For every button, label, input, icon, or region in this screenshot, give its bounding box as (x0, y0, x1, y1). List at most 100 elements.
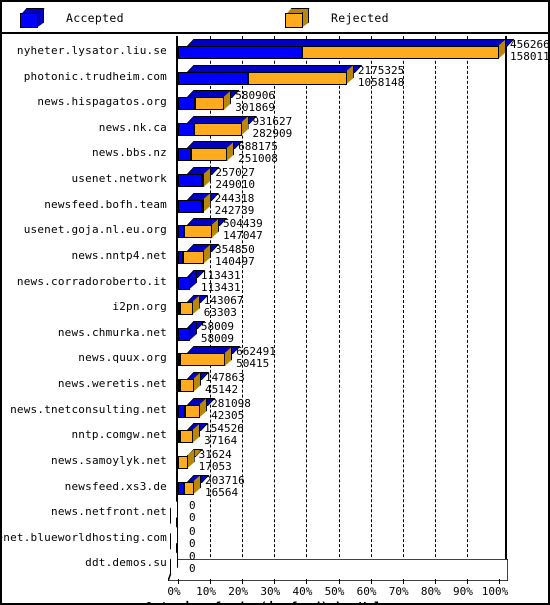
x-tick-label: 30% (260, 585, 281, 598)
value-label-rejected: 147047 (223, 229, 263, 243)
stacked-bar[interactable] (178, 192, 204, 218)
value-label-rejected: 16564 (205, 485, 239, 499)
value-labels: 244318 242739 (215, 192, 255, 217)
bar-segment-accepted (178, 404, 186, 418)
x-tick-label: 10% (196, 585, 217, 598)
x-tick-label: 80% (420, 585, 441, 598)
y-axis-label: newsfeed.bofh.team (44, 197, 167, 211)
value-labels: 31624 17053 (199, 448, 232, 473)
value-label-rejected: 301869 (235, 101, 275, 115)
bar-segment-rejected (179, 353, 226, 367)
bar-segment-accepted (178, 97, 196, 111)
value-labels: 504439 147047 (223, 218, 263, 242)
x-tick-label: 20% (228, 585, 249, 598)
value-labels: 00 (189, 524, 196, 550)
stacked-bar[interactable] (178, 320, 190, 346)
value-label-rejected: 1580113 (510, 50, 548, 63)
x-tick (274, 579, 276, 584)
value-label-rejected: 249010 (215, 178, 256, 192)
y-axis-label: news.chmurka.net (57, 325, 167, 339)
value-label-accepted: 58009 (200, 319, 234, 333)
value-labels: 662491 50415 (236, 346, 276, 370)
value-labels: 931627 282909 (252, 115, 293, 140)
bar-row: usenet.network 257027 249010 (2, 166, 548, 192)
bar-row: news.nk.ca 931627 282909 (2, 115, 548, 141)
y-axis-label: news.netfront.net (51, 505, 167, 519)
stacked-bar[interactable] (178, 345, 225, 371)
value-labels: 354850 140497 (215, 243, 255, 268)
stacked-bar[interactable] (178, 89, 224, 115)
y-axis-label: news.tnetconsulting.net (10, 402, 167, 416)
stacked-bar[interactable] (178, 371, 194, 397)
bar-segment-rejected (180, 430, 194, 444)
bar-segment-rejected (191, 148, 228, 162)
y-axis-label: news.hispagatos.org (37, 95, 167, 109)
value-label-rejected: 282909 (252, 126, 293, 140)
stacked-bar[interactable] (178, 474, 194, 500)
stacked-bar[interactable] (178, 397, 200, 423)
bar-row: photonic.trudheim.com 2175325 1058148 (2, 64, 548, 90)
bar-segment-rejected (179, 379, 195, 393)
x-tick (434, 579, 436, 584)
value-labels: 257027 249010 (215, 167, 255, 191)
bar-row: news.chmurka.net 58009 58009 (2, 320, 548, 346)
bar-row: i2pn.org 143067 63303 (2, 294, 548, 320)
value-label-rejected: 0 (189, 562, 196, 576)
bar-row: newsfeed.bofh.team 244318 242739 (2, 192, 548, 218)
x-axis-title: Outgoing feeds (innfeed) by Volume (2, 600, 548, 603)
stacked-bar[interactable] (178, 422, 193, 448)
bar-row: usenet.goja.nl.eu.org 504439 147047 (2, 217, 548, 243)
value-label-rejected: 63303 (203, 306, 237, 320)
value-label-rejected: 42305 (211, 408, 245, 422)
value-labels: 688175 251008 (238, 141, 278, 165)
y-axis-label: news.bbs.nz (91, 146, 167, 160)
x-tick-label: 90% (452, 585, 473, 598)
stacked-bar[interactable] (178, 115, 242, 141)
bar-segment-rejected (194, 122, 242, 136)
bar-row: news.corradoroberto.it 113431 113431 (2, 269, 548, 295)
legend: Accepted Rejected (2, 2, 548, 34)
stacked-bar[interactable] (178, 38, 499, 64)
y-axis-label: nyheter.lysator.liu.se (16, 44, 167, 57)
bar-segment-rejected (184, 481, 195, 495)
bar-segment-accepted (178, 199, 202, 213)
bar-segment-rejected (195, 97, 225, 111)
stacked-bar[interactable] (178, 243, 204, 269)
cube-icon-accepted (20, 7, 45, 28)
legend-item-rejected: Rejected (285, 7, 389, 29)
value-label-rejected: 1058148 (357, 75, 405, 89)
value-label-accepted: 0 (189, 524, 196, 538)
x-tick (499, 579, 500, 584)
y-axis-label: news.nntp4.net (71, 248, 167, 262)
bar-row: news.weretis.net 147863 45142 (2, 371, 548, 397)
stacked-bar[interactable] (178, 217, 212, 243)
value-labels: 154526 37164 (204, 423, 244, 447)
y-axis-label: news.corradoroberto.it (16, 274, 167, 288)
stacked-bar[interactable] (178, 448, 188, 474)
y-axis-label: i2pn.org (112, 300, 167, 314)
plot-area: nyheter.lysator.liu.se45626681580113phot… (2, 34, 548, 603)
value-labels: 147863 45142 (205, 372, 245, 396)
x-tick (402, 579, 404, 584)
zero-bar-slab (170, 525, 178, 550)
stacked-bar[interactable] (178, 140, 227, 166)
stacked-bar[interactable] (178, 64, 347, 90)
x-tick (466, 579, 468, 584)
bar-row: news.tnetconsulting.net 281098 42305 (2, 397, 548, 423)
value-label-rejected: 251008 (238, 152, 278, 166)
x-tick (338, 579, 340, 584)
bar-segment-rejected (183, 250, 204, 264)
stacked-bar[interactable] (178, 269, 190, 295)
value-labels: 58009 58009 (200, 319, 234, 345)
x-tick-label: 60% (356, 585, 377, 598)
y-axis-label: news.weretis.net (57, 377, 167, 391)
value-labels: 203716 16564 (205, 474, 245, 499)
bar-row: news.hispagatos.org 580906 301869 (2, 89, 548, 115)
bar-segment-rejected (183, 225, 213, 239)
bar-row: news.nntp4.net 354850 140497 (2, 243, 548, 269)
stacked-bar[interactable] (178, 294, 193, 320)
bar-row: news.quux.org 662491 50415 (2, 345, 548, 371)
zero-bar-slab (170, 500, 178, 525)
stacked-bar[interactable] (178, 166, 204, 192)
bar-row: nyheter.lysator.liu.se 45626681580113 (2, 38, 548, 64)
